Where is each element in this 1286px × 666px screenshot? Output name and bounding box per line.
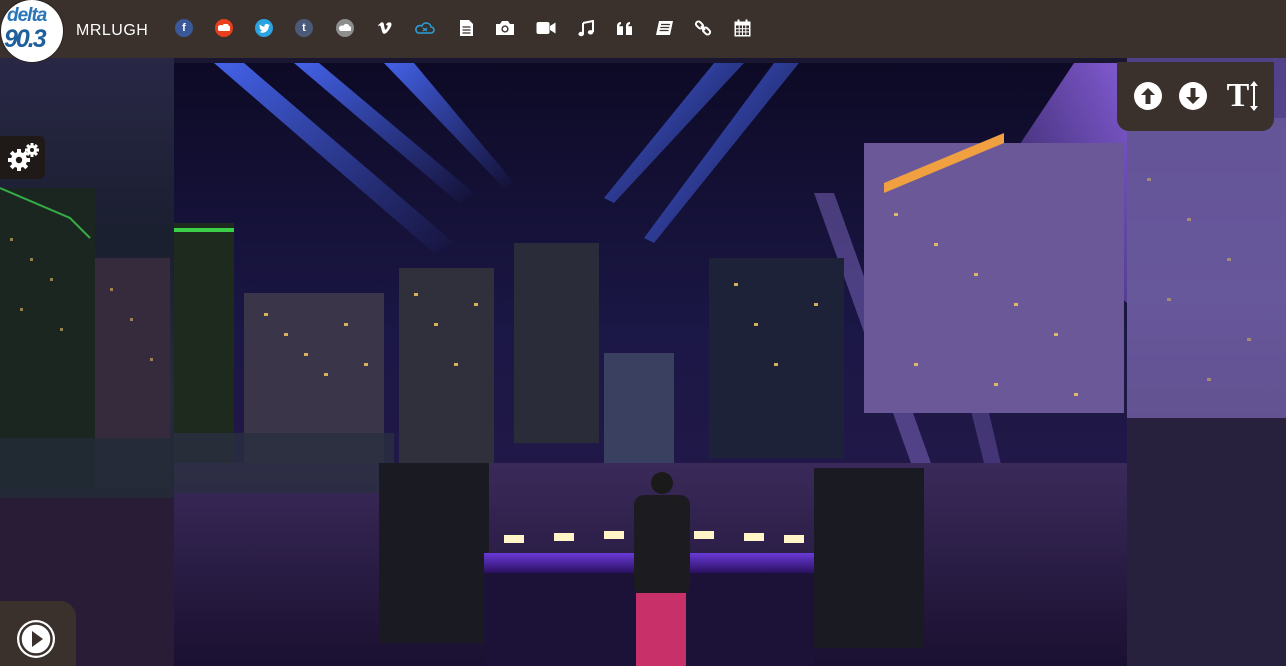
blurred-photo-right bbox=[1127, 58, 1286, 666]
quote-icon[interactable] bbox=[611, 14, 639, 42]
music-icon[interactable] bbox=[572, 14, 600, 42]
facebook-icon[interactable]: f bbox=[170, 14, 198, 42]
logo-text-line2: 90.3 bbox=[4, 25, 47, 53]
calendar-icon[interactable] bbox=[728, 14, 756, 42]
link-icon[interactable] bbox=[689, 14, 717, 42]
reading-controls: T bbox=[1117, 62, 1274, 131]
concert-photo bbox=[174, 63, 1127, 666]
scroll-up-button[interactable] bbox=[1130, 78, 1166, 114]
book-icon[interactable] bbox=[650, 14, 678, 42]
play-circle-icon bbox=[17, 620, 55, 658]
arrow-up-circle-icon bbox=[1134, 82, 1162, 110]
cloud-icon[interactable] bbox=[331, 14, 359, 42]
soundcloud-icon[interactable] bbox=[210, 14, 238, 42]
scroll-down-button[interactable] bbox=[1175, 78, 1211, 114]
delta-logo[interactable]: delta 90.3 bbox=[1, 0, 63, 62]
settings-button[interactable] bbox=[0, 136, 45, 179]
text-size-icon: T bbox=[1226, 77, 1250, 114]
camera-icon[interactable] bbox=[491, 14, 519, 42]
twitter-icon[interactable] bbox=[250, 14, 278, 42]
text-size-button[interactable]: T bbox=[1220, 78, 1266, 114]
mixcloud-icon[interactable] bbox=[411, 14, 439, 42]
logo-text-line1: delta bbox=[7, 5, 47, 26]
audio-player bbox=[0, 601, 76, 666]
tumblr-icon[interactable]: t bbox=[290, 14, 318, 42]
video-icon[interactable] bbox=[532, 14, 560, 42]
arrow-down-circle-icon bbox=[1179, 82, 1207, 110]
vimeo-icon[interactable] bbox=[371, 14, 399, 42]
username-link[interactable]: MRLUGH bbox=[76, 22, 148, 40]
photo-stage bbox=[0, 58, 1286, 666]
document-icon[interactable] bbox=[452, 14, 480, 42]
resize-arrow-icon bbox=[1250, 81, 1259, 111]
top-bar: delta 90.3 MRLUGH f t bbox=[0, 0, 1286, 62]
gears-icon bbox=[7, 142, 39, 171]
play-button[interactable] bbox=[16, 619, 56, 659]
